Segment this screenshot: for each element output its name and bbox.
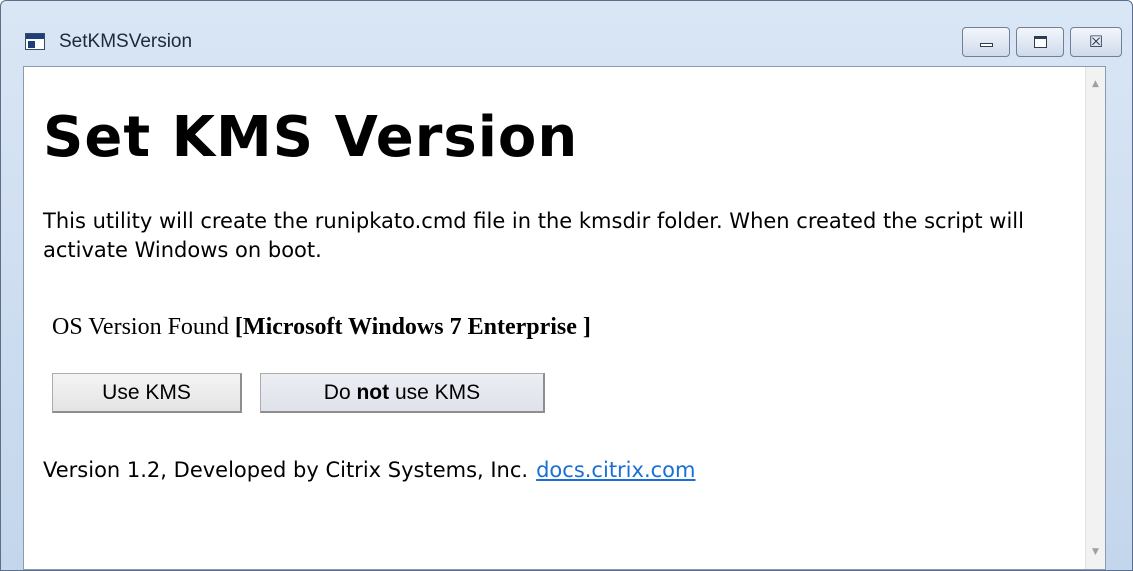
do-not-use-suffix: use KMS xyxy=(389,380,481,404)
version-text: Version 1.2, Developed by Citrix Systems… xyxy=(43,458,529,482)
close-button[interactable]: ☒ xyxy=(1070,27,1122,57)
vertical-scrollbar[interactable]: ▲ ▼ xyxy=(1085,67,1105,569)
title-bar[interactable]: SetKMSVersion ☒ xyxy=(1,1,1132,65)
minimize-button[interactable] xyxy=(962,27,1010,57)
app-window: SetKMSVersion ☒ Set KMS Version This uti… xyxy=(0,0,1133,571)
os-version-value: [Microsoft Windows 7 Enterprise ] xyxy=(234,314,591,340)
page-content: Set KMS Version This utility will create… xyxy=(24,67,1087,569)
description-text: This utility will create the runipkato.c… xyxy=(43,209,1024,262)
do-not-use-emphasis: not xyxy=(356,380,390,404)
window-title: SetKMSVersion xyxy=(59,31,193,52)
app-window-icon xyxy=(25,33,45,50)
footer: Version 1.2, Developed by Citrix Systems… xyxy=(43,458,695,482)
docs-link[interactable]: docs.citrix.com xyxy=(536,458,695,482)
maximize-button[interactable] xyxy=(1016,27,1064,57)
os-version-line: OS Version Found [Microsoft Windows 7 En… xyxy=(52,314,591,341)
use-kms-button[interactable]: Use KMS xyxy=(52,373,242,413)
minimize-icon xyxy=(980,43,993,47)
do-not-use-kms-button[interactable]: Do not use KMS xyxy=(260,373,545,413)
scroll-up-arrow-icon[interactable]: ▲ xyxy=(1086,79,1105,89)
scroll-down-arrow-icon[interactable]: ▼ xyxy=(1086,547,1105,557)
maximize-icon xyxy=(1034,36,1047,48)
caption-buttons: ☒ xyxy=(962,27,1122,57)
do-not-use-prefix: Do xyxy=(323,380,357,404)
os-version-label: OS Version Found xyxy=(52,314,229,340)
client-area: Set KMS Version This utility will create… xyxy=(23,66,1106,570)
page-title: Set KMS Version xyxy=(43,105,579,170)
close-icon: ☒ xyxy=(1088,32,1104,51)
